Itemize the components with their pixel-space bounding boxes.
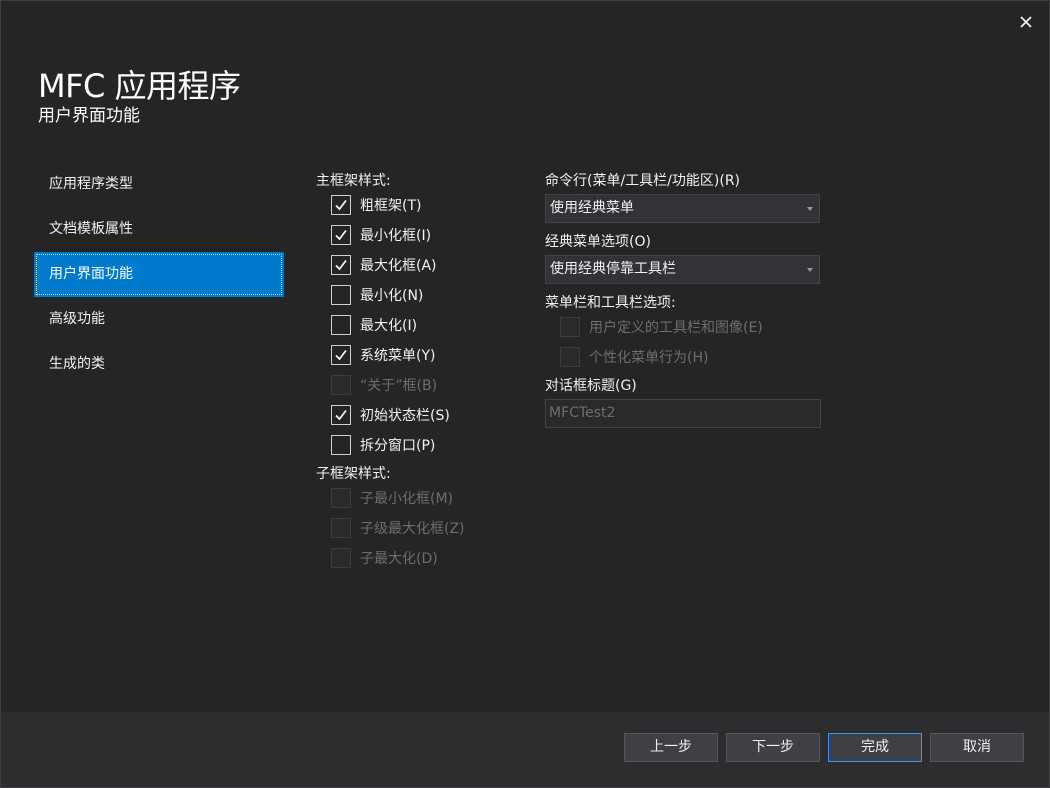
checkbox-box: [331, 255, 351, 275]
dialog-title-label: 对话框标题(G): [545, 378, 637, 394]
checkbox-minimize-box[interactable]: 最小化框(I): [331, 223, 431, 247]
main-frame-styles-label: 主框架样式:: [316, 173, 391, 189]
checkbox-label: 个性化菜单行为(H): [589, 350, 709, 366]
checkbox-label: 最大化(I): [360, 318, 418, 334]
nav-item-doc-template[interactable]: 文档模板属性: [34, 207, 284, 252]
checkbox-label: 最大化框(A): [360, 258, 437, 274]
finish-button[interactable]: 完成: [828, 733, 922, 762]
checkbox-box: [560, 317, 580, 337]
checkbox-user-toolbars: 用户定义的工具栏和图像(E): [560, 315, 763, 339]
checkbox-box: [331, 518, 351, 538]
chevron-down-icon: [807, 268, 813, 272]
checkbox-thick-frame[interactable]: 粗框架(T): [331, 193, 421, 217]
chevron-down-icon: [807, 207, 813, 211]
wizard-nav: 应用程序类型 文档模板属性 用户界面功能 高级功能 生成的类: [34, 162, 284, 387]
checkbox-label: 子级最大化框(Z): [360, 521, 465, 537]
checkbox-label: 粗框架(T): [360, 198, 422, 214]
nav-item-advanced[interactable]: 高级功能: [34, 297, 284, 342]
checkbox-label: 拆分窗口(P): [360, 438, 436, 454]
checkbox-label: 初始状态栏(S): [360, 408, 450, 424]
page-subtitle: 用户界面功能: [38, 106, 140, 126]
checkbox-box: [331, 488, 351, 508]
checkmark-icon: [335, 259, 347, 271]
checkbox-child-minimize-box: 子最小化框(M): [331, 486, 453, 510]
nav-item-ui-features[interactable]: 用户界面功能: [34, 252, 284, 297]
next-button[interactable]: 下一步: [726, 733, 820, 762]
checkbox-initial-status-bar[interactable]: 初始状态栏(S): [331, 403, 450, 427]
checkbox-minimized[interactable]: 最小化(N): [331, 283, 423, 307]
checkbox-box: [331, 345, 351, 365]
checkbox-label: 最小化框(I): [360, 228, 432, 244]
checkbox-box: [331, 285, 351, 305]
checkbox-maximized[interactable]: 最大化(I): [331, 313, 417, 337]
child-frame-styles-label: 子框架样式:: [316, 466, 391, 482]
checkbox-label: 用户定义的工具栏和图像(E): [589, 320, 763, 336]
checkbox-label: 系统菜单(Y): [360, 348, 436, 364]
checkbox-personalized-menu: 个性化菜单行为(H): [560, 345, 708, 369]
command-bar-select[interactable]: 使用经典菜单: [545, 194, 820, 223]
close-button[interactable]: [1015, 11, 1037, 33]
cancel-button[interactable]: 取消: [930, 733, 1024, 762]
checkbox-label: 最小化(N): [360, 288, 424, 304]
classic-menu-value: 使用经典停靠工具栏: [550, 261, 676, 277]
checkbox-label: 子最大化(D): [360, 551, 438, 567]
nav-item-generated-classes[interactable]: 生成的类: [34, 342, 284, 387]
nav-item-app-type[interactable]: 应用程序类型: [34, 162, 284, 207]
checkmark-icon: [335, 199, 347, 211]
checkbox-split-window[interactable]: 拆分窗口(P): [331, 433, 435, 457]
close-icon: [1020, 16, 1032, 28]
prev-button[interactable]: 上一步: [624, 733, 718, 762]
checkbox-label: 子最小化框(M): [360, 491, 454, 507]
wizard-window: MFC 应用程序 用户界面功能 应用程序类型 文档模板属性 用户界面功能 高级功…: [0, 0, 1050, 788]
checkbox-maximize-box[interactable]: 最大化框(A): [331, 253, 437, 277]
checkbox-child-maximized: 子最大化(D): [331, 546, 438, 570]
checkbox-box: [331, 548, 351, 568]
checkmark-icon: [335, 409, 347, 421]
checkbox-box: [331, 405, 351, 425]
classic-menu-select[interactable]: 使用经典停靠工具栏: [545, 255, 820, 284]
checkbox-box: [331, 225, 351, 245]
checkbox-about-box: “关于”框(B): [331, 373, 437, 397]
checkbox-box: [331, 195, 351, 215]
command-bar-label: 命令行(菜单/工具栏/功能区)(R): [545, 173, 741, 189]
classic-menu-label: 经典菜单选项(O): [545, 234, 651, 250]
command-bar-value: 使用经典菜单: [550, 200, 634, 216]
checkmark-icon: [335, 349, 347, 361]
checkbox-box: [560, 347, 580, 367]
dialog-title-value: MFCTest2: [549, 405, 616, 421]
dialog-title-input: MFCTest2: [545, 399, 821, 428]
checkbox-system-menu[interactable]: 系统菜单(Y): [331, 343, 435, 367]
checkbox-box: [331, 435, 351, 455]
checkbox-box: [331, 315, 351, 335]
menubar-options-label: 菜单栏和工具栏选项:: [545, 295, 676, 311]
checkbox-label: “关于”框(B): [360, 378, 438, 394]
checkmark-icon: [335, 229, 347, 241]
checkbox-box: [331, 375, 351, 395]
checkbox-child-maximize-box: 子级最大化框(Z): [331, 516, 465, 540]
